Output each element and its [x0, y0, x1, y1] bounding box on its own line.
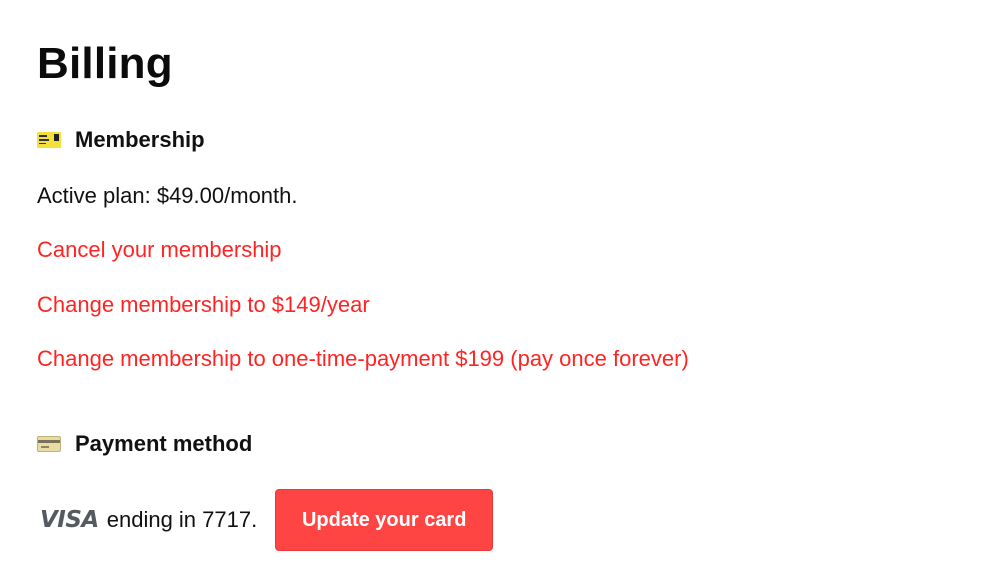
credit-card-icon	[37, 436, 61, 452]
cancel-membership-link[interactable]: Cancel your membership	[37, 236, 282, 264]
visa-logo: VISA	[40, 507, 99, 533]
update-card-button[interactable]: Update your card	[275, 489, 494, 551]
active-plan-text: Active plan: $49.00/month.	[37, 183, 298, 208]
change-to-one-time-link[interactable]: Change membership to one-time-payment $1…	[37, 345, 689, 373]
payment-card-row: VISA ending in 7717. Update your card	[37, 489, 494, 551]
card-ending-text: ending in 7717.	[106, 507, 258, 532]
membership-card-icon	[37, 132, 61, 148]
payment-heading: Payment method	[75, 431, 253, 456]
membership-section-heading: Membership	[37, 125, 205, 155]
billing-page: Billing Membership Active plan: $49.00/m…	[37, 0, 1000, 575]
payment-section-heading: Payment method	[37, 429, 252, 459]
page-title: Billing	[37, 39, 173, 88]
membership-heading: Membership	[75, 127, 205, 152]
change-to-yearly-link[interactable]: Change membership to $149/year	[37, 291, 370, 319]
